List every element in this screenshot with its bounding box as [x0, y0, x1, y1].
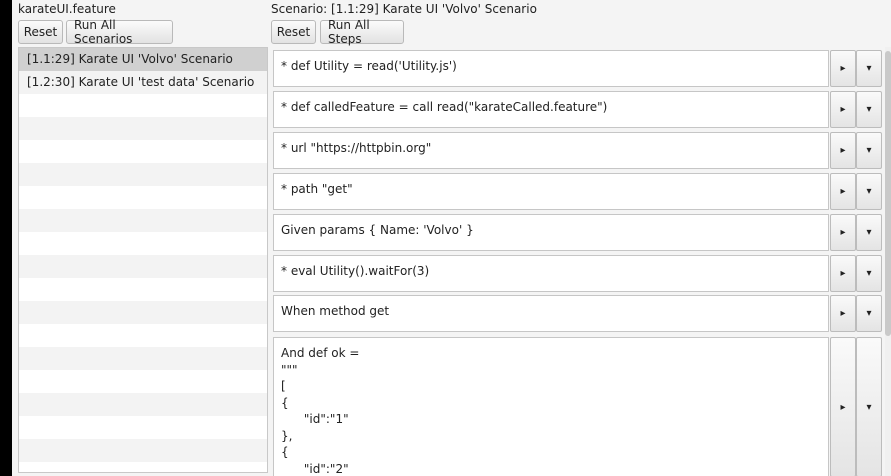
- empty-list-row: [19, 163, 267, 186]
- run-step-button[interactable]: ▸: [830, 255, 856, 292]
- empty-list-row: [19, 278, 267, 301]
- scenario-list-item[interactable]: [1.1:29] Karate UI 'Volvo' Scenario: [19, 48, 267, 71]
- window-edge: [0, 0, 12, 476]
- empty-list-row: [19, 117, 267, 140]
- step-row: * eval Utility().waitFor(3) ▸ ▾: [270, 255, 882, 292]
- chevron-down-icon: ▾: [866, 104, 872, 115]
- step-text[interactable]: * eval Utility().waitFor(3): [273, 255, 829, 292]
- scrollbar-thumb[interactable]: [885, 51, 891, 336]
- empty-list-row: [19, 232, 267, 255]
- step-text[interactable]: * def Utility = read('Utility.js'): [273, 50, 829, 87]
- empty-list-row: [19, 416, 267, 439]
- play-step-icon: ▸: [840, 104, 846, 115]
- empty-list-row: [19, 94, 267, 117]
- chevron-down-icon: ▾: [866, 268, 872, 279]
- chevron-down-icon: ▾: [866, 145, 872, 156]
- play-step-icon: ▸: [840, 63, 846, 74]
- step-text[interactable]: * url "https://httpbin.org": [273, 132, 829, 169]
- step-menu-button[interactable]: ▾: [856, 91, 882, 128]
- run-all-steps-button[interactable]: Run All Steps: [320, 18, 404, 46]
- feature-file-title: karateUI.feature: [18, 2, 116, 16]
- empty-list-row: [19, 393, 267, 416]
- play-step-icon: ▸: [840, 145, 846, 156]
- chevron-down-icon: ▾: [866, 401, 872, 413]
- reset-scenarios-button[interactable]: Reset: [18, 20, 63, 44]
- play-step-icon: ▸: [840, 227, 846, 238]
- chevron-down-icon: ▾: [866, 186, 872, 197]
- step-row: * url "https://httpbin.org" ▸ ▾: [270, 132, 882, 169]
- scenario-list-item[interactable]: [1.2:30] Karate UI 'test data' Scenario: [19, 71, 267, 94]
- chevron-down-icon: ▾: [866, 308, 872, 319]
- steps-panel: * def Utility = read('Utility.js') ▸ ▾ *…: [270, 47, 882, 476]
- step-menu-button[interactable]: ▾: [856, 295, 882, 332]
- play-step-icon: ▸: [840, 308, 846, 319]
- play-step-icon: ▸: [840, 268, 846, 279]
- empty-list-row: [19, 462, 267, 472]
- step-text[interactable]: Given params { Name: 'Volvo' }: [273, 214, 829, 251]
- run-step-button[interactable]: ▸: [830, 295, 856, 332]
- run-step-button[interactable]: ▸: [830, 50, 856, 87]
- empty-list-row: [19, 301, 267, 324]
- step-menu-button[interactable]: ▾: [856, 132, 882, 169]
- step-text[interactable]: When method get: [273, 295, 829, 332]
- reset-steps-button[interactable]: Reset: [271, 20, 316, 44]
- run-all-scenarios-button[interactable]: Run All Scenarios: [66, 18, 173, 46]
- step-text[interactable]: * path "get": [273, 173, 829, 210]
- step-menu-button[interactable]: ▾: [856, 255, 882, 292]
- play-step-icon: ▸: [840, 401, 846, 413]
- chevron-down-icon: ▾: [866, 63, 872, 74]
- empty-list-row: [19, 370, 267, 393]
- run-step-button[interactable]: ▸: [830, 337, 856, 476]
- run-step-button[interactable]: ▸: [830, 173, 856, 210]
- empty-list-row: [19, 324, 267, 347]
- step-row: And def ok = """ [ { "id":"1" }, { "id":…: [270, 337, 882, 476]
- run-step-button[interactable]: ▸: [830, 214, 856, 251]
- step-row: * def Utility = read('Utility.js') ▸ ▾: [270, 50, 882, 87]
- step-menu-button[interactable]: ▾: [856, 214, 882, 251]
- empty-list-row: [19, 186, 267, 209]
- run-step-button[interactable]: ▸: [830, 132, 856, 169]
- step-text[interactable]: * def calledFeature = call read("karateC…: [273, 91, 829, 128]
- empty-list-row: [19, 347, 267, 370]
- step-row: * path "get" ▸ ▾: [270, 173, 882, 210]
- step-menu-button[interactable]: ▾: [856, 173, 882, 210]
- empty-list-row: [19, 439, 267, 462]
- empty-list-row: [19, 255, 267, 278]
- step-text[interactable]: And def ok = """ [ { "id":"1" }, { "id":…: [273, 337, 829, 476]
- step-row: When method get ▸ ▾: [270, 295, 882, 332]
- step-menu-button[interactable]: ▾: [856, 50, 882, 87]
- step-row: * def calledFeature = call read("karateC…: [270, 91, 882, 128]
- scenario-title: Scenario: [1.1:29] Karate UI 'Volvo' Sce…: [271, 2, 537, 16]
- empty-list-row: [19, 209, 267, 232]
- steps-scrollbar[interactable]: [885, 47, 891, 476]
- scenario-list[interactable]: [1.1:29] Karate UI 'Volvo' Scenario [1.2…: [18, 47, 268, 473]
- step-row: Given params { Name: 'Volvo' } ▸ ▾: [270, 214, 882, 251]
- play-step-icon: ▸: [840, 186, 846, 197]
- step-menu-button[interactable]: ▾: [856, 337, 882, 476]
- run-step-button[interactable]: ▸: [830, 91, 856, 128]
- chevron-down-icon: ▾: [866, 227, 872, 238]
- empty-list-row: [19, 140, 267, 163]
